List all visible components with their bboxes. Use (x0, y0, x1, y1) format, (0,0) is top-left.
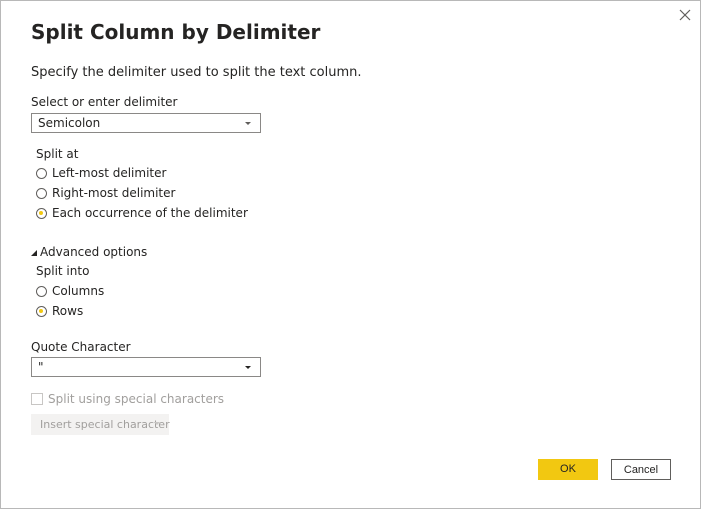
split-into-label: Split into (36, 264, 90, 278)
close-icon[interactable] (677, 7, 693, 23)
insert-special-character-button: Insert special character (31, 414, 170, 435)
radio-label: Columns (52, 284, 105, 298)
chevron-down-icon (245, 122, 251, 125)
dialog-description: Specify the delimiter used to split the … (31, 65, 362, 80)
radio-label: Rows (52, 304, 84, 318)
radio-button-on[interactable] (36, 305, 47, 317)
split-at-label: Split at (36, 147, 79, 161)
chevron-down-icon (245, 366, 251, 369)
insert-special-character-label: Insert special character (40, 418, 170, 431)
split-column-dialog: Split Column by Delimiter Specify the de… (0, 0, 701, 509)
delimiter-value: Semicolon (38, 116, 101, 130)
quote-character-select[interactable]: " (31, 357, 261, 377)
special-characters-label: Split using special characters (48, 392, 225, 406)
special-characters-checkbox[interactable] (31, 393, 43, 405)
special-characters-option: Split using special characters (31, 391, 224, 407)
advanced-options-label: Advanced options (40, 245, 148, 259)
radio-button-off[interactable] (36, 187, 47, 199)
ok-button[interactable]: OK (538, 459, 598, 480)
dialog-title: Split Column by Delimiter (31, 20, 321, 44)
radio-rows[interactable]: Rows (36, 303, 83, 319)
radio-each-occurrence[interactable]: Each occurrence of the delimiter (36, 205, 248, 221)
radio-right-most-delimiter[interactable]: Right-most delimiter (36, 185, 175, 201)
cancel-button[interactable]: Cancel (611, 459, 671, 480)
radio-label: Each occurrence of the delimiter (52, 206, 248, 220)
delimiter-label: Select or enter delimiter (31, 95, 178, 109)
radio-button-off[interactable] (36, 285, 47, 297)
radio-button-off[interactable] (36, 167, 47, 179)
delimiter-select[interactable]: Semicolon (31, 113, 261, 133)
quote-character-value: " (38, 360, 44, 374)
radio-left-most-delimiter[interactable]: Left-most delimiter (36, 165, 166, 181)
chevron-down-icon (154, 422, 160, 425)
radio-label: Left-most delimiter (52, 166, 167, 180)
cancel-button-label: Cancel (623, 464, 659, 476)
radio-button-on[interactable] (36, 207, 47, 219)
radio-columns[interactable]: Columns (36, 283, 104, 299)
advanced-options-toggle[interactable]: Advanced options (31, 244, 147, 260)
triangle-expanded-icon (31, 250, 37, 256)
ok-button-label: OK (560, 463, 576, 475)
quote-character-label: Quote Character (31, 340, 131, 354)
radio-label: Right-most delimiter (52, 186, 176, 200)
